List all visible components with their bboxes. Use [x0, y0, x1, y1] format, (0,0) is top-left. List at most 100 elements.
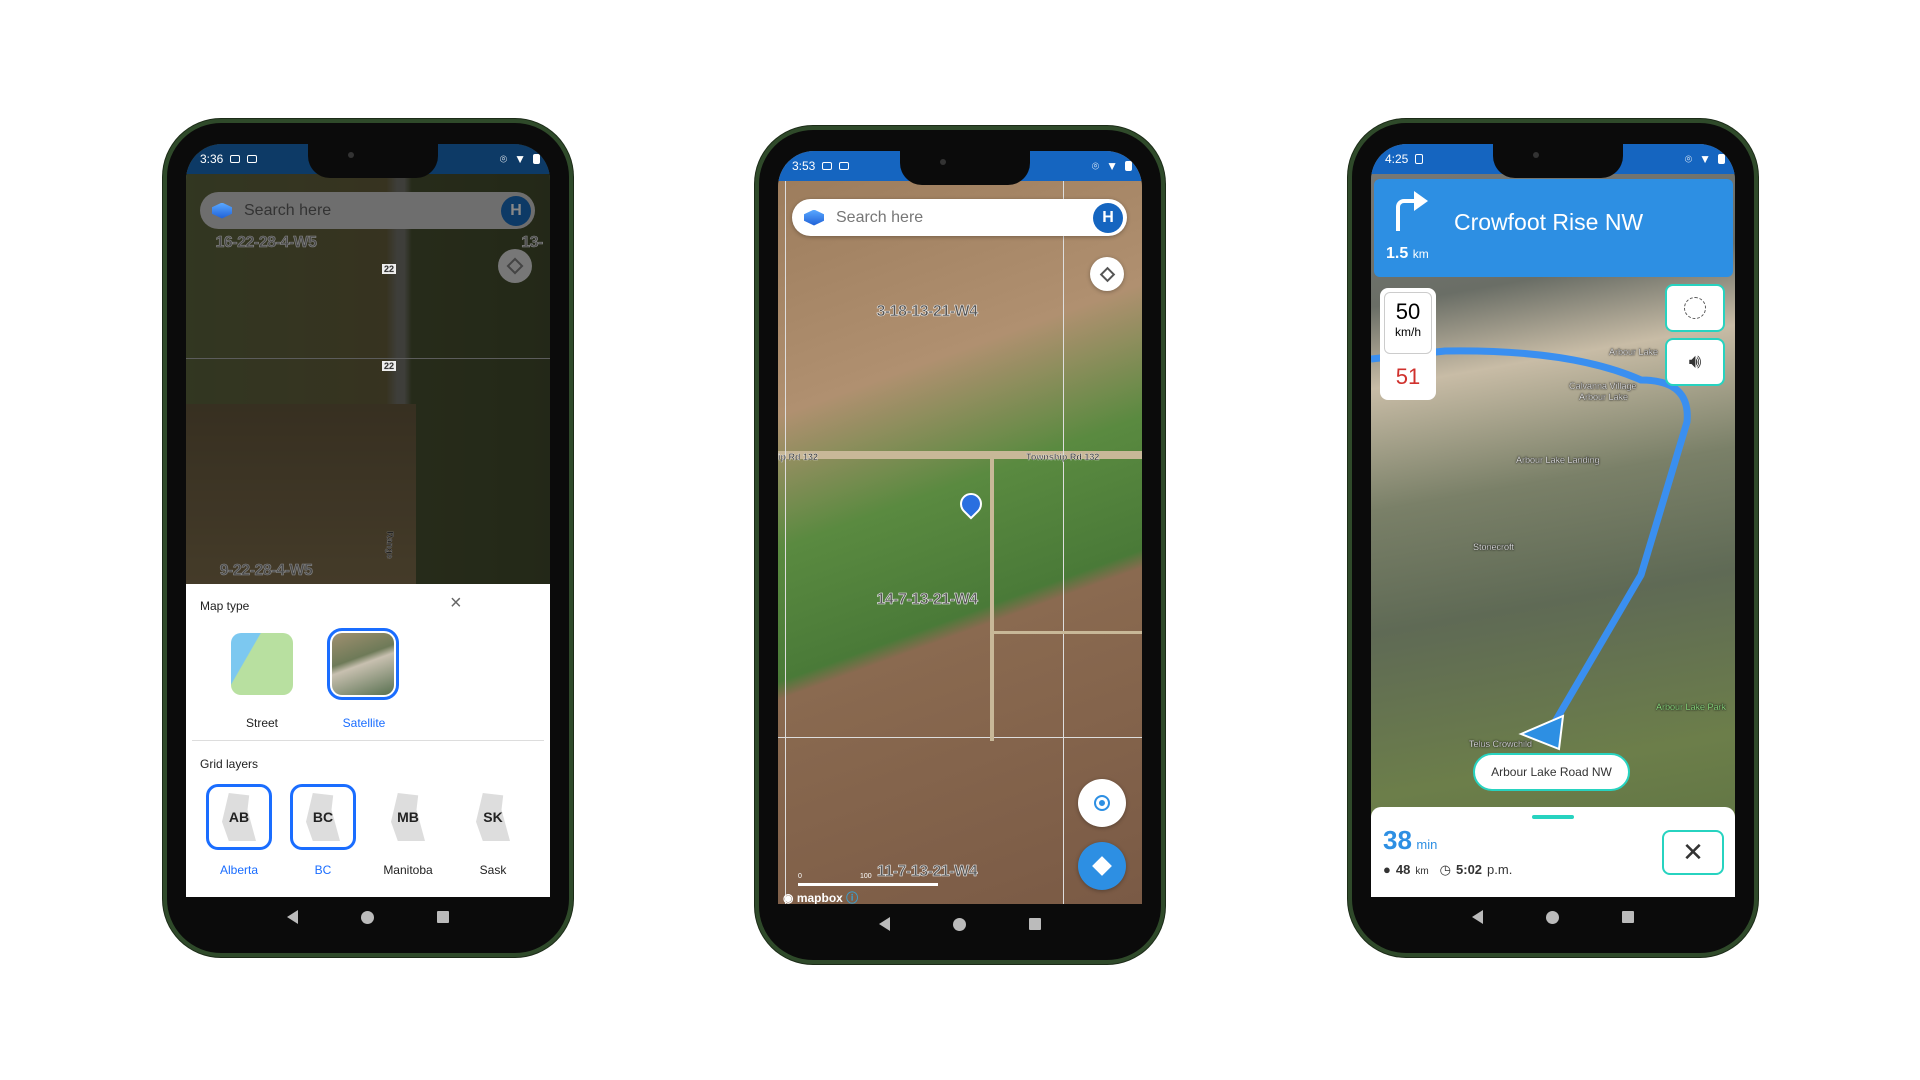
grid-label: 11-7-13-21-W4 [876, 863, 978, 881]
recents-icon[interactable] [436, 911, 449, 923]
turn-instruction-banner: Crowfoot Rise NW 1.5 km [1374, 179, 1733, 277]
sound-button[interactable]: 🔊︎ [1665, 338, 1725, 386]
grid-layer-bc[interactable]: BC [290, 784, 356, 850]
camera-icon [839, 162, 850, 170]
grid-layer-alberta[interactable]: AB [206, 784, 272, 850]
notch [900, 151, 1030, 185]
notch [308, 144, 438, 178]
screen: Arbour Lake Calvanna Village Arbour Lake… [1371, 144, 1735, 897]
back-icon[interactable] [1472, 910, 1484, 924]
trip-summary-panel: 38 min ● 48 km ◷ 5:02 p.m. ✕ [1371, 807, 1735, 897]
place-label: Arbour Lake [1579, 392, 1629, 402]
home-icon[interactable] [1545, 910, 1559, 924]
clock-icon: ◷ [1439, 862, 1452, 877]
map-type-label: Satellite [342, 716, 386, 730]
grid-label: 9-22-28-4-W5 [219, 562, 313, 580]
location-icon: ⌾ [1091, 158, 1100, 173]
search-input[interactable]: Search here [244, 202, 501, 220]
turn-distance: 1.5 [1386, 245, 1409, 262]
mapbox-attribution[interactable]: ◉ mapbox ⓘ [783, 889, 858, 904]
sim-icon [1415, 154, 1424, 164]
compass-icon [1684, 297, 1706, 319]
notch [1493, 144, 1623, 178]
home-icon[interactable] [360, 910, 374, 924]
home-icon[interactable] [952, 917, 966, 931]
pin-icon: ● [1383, 862, 1391, 877]
avatar[interactable]: H [1093, 202, 1123, 233]
speed-limit-sign: 50 km/h 51 [1380, 288, 1436, 400]
place-label: Telus Crowchild [1469, 739, 1533, 749]
current-road-label: Arbour Lake Road NW [1473, 753, 1630, 791]
highway-shield: 22 [382, 361, 397, 371]
time: 3:53 [792, 159, 816, 173]
trip-distance: 48 [1395, 862, 1411, 877]
camera-icon [230, 155, 241, 163]
grid-label: 14-7-13-21-W4 [876, 591, 978, 609]
screen: 3-18-13-21-W4 14-7-13-21-W4 11-7-13-21-W… [778, 151, 1142, 904]
layers-button[interactable] [1090, 257, 1124, 291]
screen: 16-22-28-4-W5 13- 9-22-28-4-W5 22 22 Ran… [186, 144, 550, 897]
app-logo-icon [212, 202, 232, 219]
battery-icon [533, 154, 540, 164]
phone-map-type: 16-22-28-4-W5 13- 9-22-28-4-W5 22 22 Ran… [163, 119, 573, 957]
avatar[interactable]: H [501, 195, 531, 226]
close-icon[interactable]: × [450, 592, 462, 615]
battery-icon [1718, 154, 1725, 164]
info-icon[interactable]: ⓘ [846, 891, 858, 904]
grid-layers-title: Grid layers [200, 757, 259, 771]
eta-suffix: p.m. [1487, 862, 1513, 877]
grid-label: 3-18-13-21-W4 [876, 303, 978, 321]
back-icon[interactable] [879, 917, 891, 931]
drag-handle[interactable] [1532, 815, 1574, 819]
directions-icon [1092, 856, 1112, 876]
layers-button[interactable] [498, 249, 532, 283]
camera-icon [822, 162, 833, 170]
search-bar[interactable]: Search here H [200, 192, 535, 229]
turn-distance-unit: km [1412, 247, 1429, 261]
speed-limit: 50 [1395, 299, 1421, 324]
grid-label: 16-22-28-4-W5 [215, 234, 317, 252]
app-logo-icon [804, 209, 824, 226]
grid-layer-sask[interactable]: SK [460, 784, 526, 850]
close-icon: ✕ [1682, 837, 1704, 867]
recents-icon[interactable] [1028, 918, 1041, 930]
compass-button[interactable] [1665, 284, 1725, 332]
location-pin-icon[interactable] [955, 488, 987, 520]
place-label: Stonecroft [1473, 542, 1515, 552]
end-navigation-button[interactable]: ✕ [1662, 830, 1724, 875]
layers-icon [506, 257, 524, 275]
grid-label: 13- [521, 234, 544, 252]
search-input[interactable]: Search here [836, 209, 1093, 227]
next-street: Crowfoot Rise NW [1454, 209, 1644, 235]
search-bar[interactable]: Search here H [792, 199, 1127, 236]
street-map-thumbnail[interactable] [231, 633, 293, 695]
battery-icon [1125, 161, 1132, 171]
location-icon: ⌾ [1684, 151, 1693, 166]
eta: 5:02 [1456, 862, 1483, 877]
nav-bar [778, 904, 1142, 944]
crosshair-icon [1094, 795, 1110, 811]
grid-layer-manitoba[interactable]: MB [375, 784, 441, 850]
satellite-map-thumbnail[interactable] [327, 628, 399, 700]
layers-icon [1099, 266, 1115, 282]
phone-satellite-map: 3-18-13-21-W4 14-7-13-21-W4 11-7-13-21-W… [755, 126, 1165, 964]
current-speed: 51 [1395, 364, 1421, 389]
divider [192, 740, 544, 741]
back-icon[interactable] [287, 910, 299, 924]
trip-distance-unit: km [1415, 866, 1429, 877]
recents-icon[interactable] [1621, 911, 1634, 923]
nav-bar [1371, 897, 1735, 937]
location-icon: ⌾ [499, 151, 508, 166]
highway-shield: 22 [382, 264, 397, 274]
road-label: Township Rd 132 [1026, 452, 1100, 462]
place-label: Arbour Lake Landing [1516, 455, 1600, 465]
speed-unit: km/h [1394, 325, 1421, 339]
time: 4:25 [1385, 152, 1409, 166]
my-location-button[interactable] [1078, 779, 1126, 827]
map-type-title: Map type [200, 599, 250, 613]
speaker-icon: 🔊︎ [1688, 350, 1702, 373]
grid-layer-label: Manitoba [383, 863, 433, 877]
camera-icon [247, 155, 258, 163]
road-label: ip Rd 132 [778, 452, 819, 462]
directions-button[interactable] [1078, 842, 1126, 890]
